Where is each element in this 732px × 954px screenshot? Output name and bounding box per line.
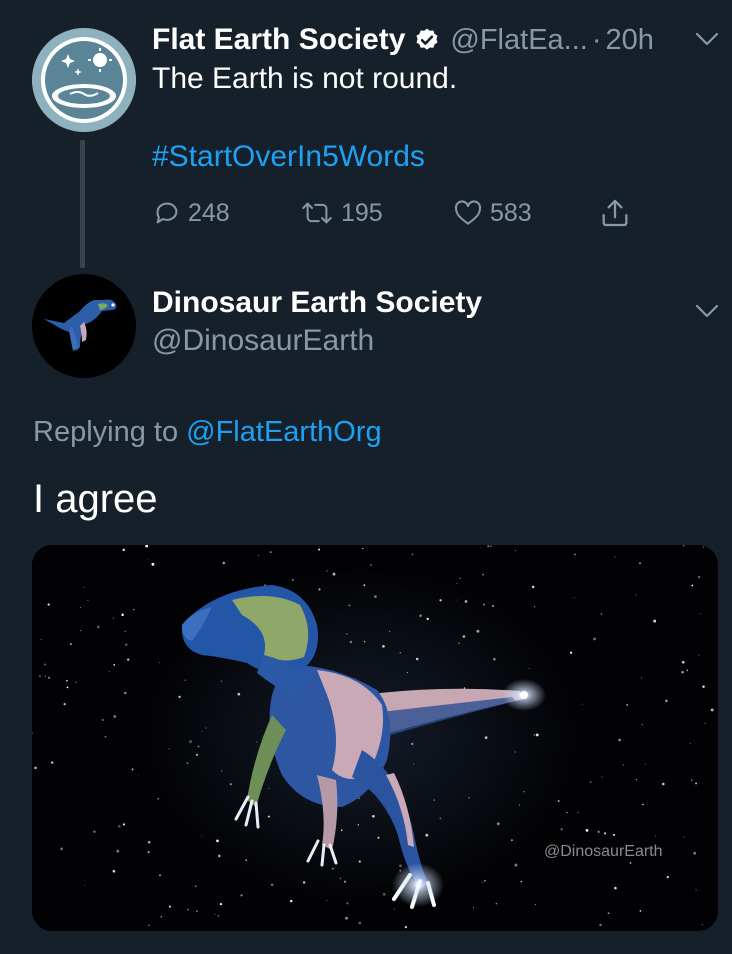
parent-tweet-header: Flat Earth Society @FlatEa... · 20h	[152, 22, 654, 58]
share-button[interactable]	[598, 196, 638, 230]
dinosaur-earth-image	[32, 545, 718, 931]
separator-dot: ·	[591, 23, 602, 56]
verified-badge-icon	[416, 28, 438, 50]
like-icon	[454, 200, 482, 225]
retweet-count: 195	[341, 198, 383, 227]
flat-earth-avatar[interactable]	[32, 28, 136, 132]
replying-to-label: Replying to	[33, 416, 179, 448]
like-count: 583	[490, 198, 532, 227]
reply-text: I agree	[33, 477, 158, 521]
reply-author-handle[interactable]: @DinosaurEarth	[152, 324, 374, 358]
hashtag-link[interactable]: #StartOverIn5Words	[152, 138, 425, 176]
retweet-icon	[302, 202, 332, 224]
replying-to-line: Replying to @FlatEarthOrg	[33, 416, 382, 449]
author-handle[interactable]: @FlatEa...	[450, 24, 587, 57]
tweet-thread: Flat Earth Society @FlatEa... · 20h The …	[0, 0, 732, 954]
retweet-button[interactable]: 195	[299, 196, 383, 230]
reply-icon	[156, 202, 178, 224]
dinosaur-earth-avatar[interactable]	[32, 274, 136, 378]
tweet-timestamp[interactable]: 20h	[606, 24, 654, 57]
replying-to-mention[interactable]: @FlatEarthOrg	[186, 416, 381, 448]
chevron-down-icon[interactable]	[694, 302, 720, 320]
like-button[interactable]: 583	[452, 196, 532, 230]
author-name[interactable]: Flat Earth Society	[152, 23, 405, 57]
tweet-text: The Earth is not round.	[152, 62, 458, 95]
tweet-media-image[interactable]: @DinosaurEarth	[32, 545, 718, 931]
reply-count: 248	[188, 198, 230, 227]
chevron-down-icon[interactable]	[694, 30, 720, 48]
share-icon	[602, 199, 628, 227]
reply-author-name[interactable]: Dinosaur Earth Society	[152, 286, 482, 320]
media-watermark: @DinosaurEarth	[544, 843, 663, 860]
thread-connector	[80, 140, 85, 268]
reply-button[interactable]: 248	[152, 196, 230, 230]
